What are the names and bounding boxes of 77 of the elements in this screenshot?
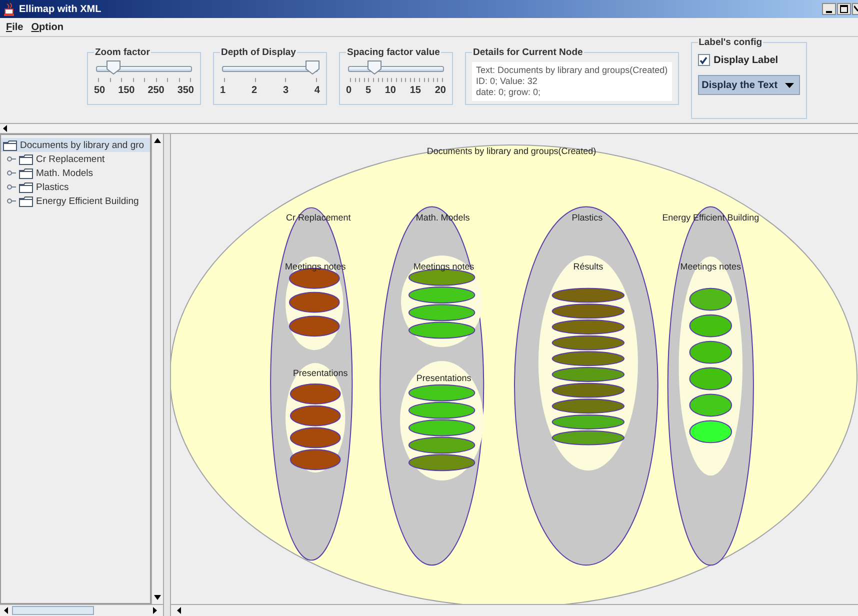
checkbox[interactable] — [698, 54, 710, 66]
close-icon — [854, 5, 858, 13]
slider-thumb[interactable] — [367, 60, 382, 75]
tree-item[interactable]: Math. Models — [1, 166, 150, 180]
tree-label: Energy Efficient Building — [36, 196, 139, 206]
tick-label: 10 — [384, 85, 396, 96]
ellipse-label: Presentations — [292, 368, 348, 378]
folder-icon — [19, 182, 33, 192]
tick-label: 2 — [251, 85, 258, 96]
panel-title: Details for Current Node — [472, 47, 584, 58]
scroll-up-icon[interactable] — [154, 138, 161, 143]
horizontal-scroll-bar[interactable] — [0, 604, 163, 616]
scroll-left-icon[interactable] — [177, 607, 182, 614]
checkbox-label[interactable]: Display Label — [714, 54, 778, 66]
close-button[interactable] — [852, 3, 858, 15]
tick-label: 5 — [365, 85, 371, 96]
tick-label: 20 — [434, 85, 446, 96]
tick-label: 15 — [410, 85, 421, 96]
ellipse-label: Plastics — [572, 212, 603, 223]
details-text-area[interactable]: Text: Documents by library and groups(Created) ID: 0; Value: 32 date: 0; grow: 0; — [472, 62, 672, 101]
display-combo-box[interactable]: Display the Text — [698, 75, 800, 95]
panel-title: Spacing factor value — [346, 47, 441, 58]
slider[interactable] — [346, 60, 446, 76]
folder-icon — [19, 168, 33, 178]
slider[interactable] — [94, 60, 194, 76]
tick-label: 3 — [282, 85, 288, 96]
tick-label: 0 — [346, 85, 352, 96]
slider-thumb[interactable] — [305, 60, 320, 75]
scroll-thumb[interactable] — [12, 606, 94, 615]
menu-item[interactable]: Option — [31, 22, 64, 32]
slider[interactable] — [220, 60, 320, 76]
tree-label: Plastics — [36, 182, 69, 192]
tick-label: 150 — [118, 85, 135, 96]
expand-handle-icon[interactable] — [7, 156, 16, 162]
cup-icon — [4, 2, 15, 16]
expand-handle-icon[interactable] — [7, 184, 16, 190]
tick-label: 4 — [314, 85, 320, 96]
tick-label: 350 — [177, 85, 194, 96]
caret-icon — [784, 82, 794, 88]
tree-label: Cr Replacement — [36, 154, 105, 164]
scroll-right-icon[interactable] — [152, 607, 157, 614]
ellipse-label: Documents by library and groups(Created) — [426, 146, 596, 156]
panel-title: Zoom factor — [94, 47, 151, 58]
scroll-down-icon[interactable] — [154, 595, 161, 600]
horizontal-scroll-bar[interactable] — [171, 604, 858, 616]
tick-label: 50 — [94, 85, 106, 96]
tick-label: 250 — [148, 85, 164, 96]
expand-handle-icon[interactable] — [7, 198, 16, 204]
expand-handle-icon[interactable] — [7, 170, 16, 176]
folder-icon — [19, 154, 33, 164]
window-title: Ellimap with XML — [19, 4, 102, 14]
folder-icon — [3, 140, 17, 150]
panel-title: Depth of Display — [220, 47, 297, 58]
minimize-button[interactable] — [822, 3, 836, 15]
scroll-left-icon[interactable] — [4, 607, 9, 614]
ellipse-label: Presentations — [416, 372, 472, 383]
tree-label: Math. Models — [36, 168, 94, 178]
ellipse-label: Meetings notes — [680, 261, 741, 272]
maximize-button[interactable] — [837, 3, 851, 15]
vertical-scroll-bar[interactable] — [151, 134, 163, 604]
tree-item[interactable]: Cr Replacement — [1, 152, 150, 166]
menu-item[interactable]: File — [6, 22, 24, 32]
tree-item[interactable]: Plastics — [1, 180, 150, 194]
panel-title: Label's config — [698, 37, 764, 48]
detail-line: ID: 0; Value: 32 — [476, 76, 538, 87]
detail-line: Text: Documents by library and groups(Created) — [476, 65, 668, 76]
detail-line: date: 0; grow: 0; — [476, 87, 542, 98]
ellipse-label: Résults — [573, 261, 604, 272]
tree-item[interactable]: Documents by library and gro — [1, 138, 150, 152]
tick-label: 1 — [220, 85, 226, 96]
tree-label: Documents by library and gro — [20, 140, 144, 150]
folder-icon — [19, 196, 33, 206]
maximize-icon — [840, 5, 848, 13]
tree-item[interactable]: Energy Efficient Building — [1, 194, 150, 208]
slider-thumb[interactable] — [106, 60, 121, 75]
scroll-left-icon[interactable] — [3, 125, 8, 132]
scroll-bar[interactable] — [0, 123, 858, 134]
